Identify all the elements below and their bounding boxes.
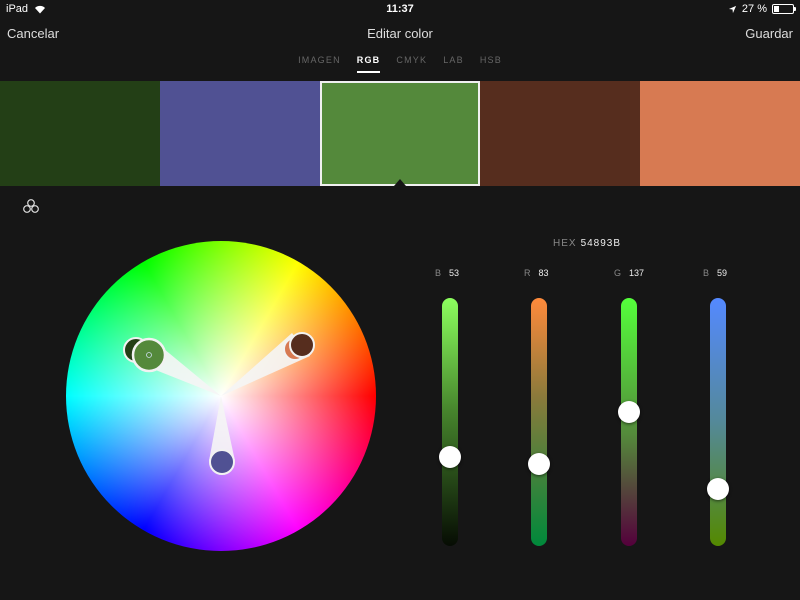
- slider-track[interactable]: [442, 298, 458, 546]
- swatch-5[interactable]: [640, 81, 800, 186]
- color-harmony-icon[interactable]: [22, 198, 40, 216]
- slider-label: R 83: [524, 268, 549, 278]
- mode-tabs: IMAGEN RGB CMYK LAB HSB: [0, 55, 800, 73]
- color-wheel-handles[interactable]: [66, 241, 376, 551]
- tab-cmyk[interactable]: CMYK: [396, 55, 427, 73]
- slider-label: B 53: [435, 268, 459, 278]
- slider-r-1[interactable]: R 83: [524, 268, 574, 553]
- swatch-3[interactable]: [320, 81, 480, 186]
- page-title: Editar color: [367, 26, 433, 41]
- hex-value[interactable]: 54893B: [581, 238, 621, 249]
- wheel-handle-blue[interactable]: [209, 449, 235, 475]
- battery-percent: 27 %: [741, 3, 767, 15]
- status-time: 11:37: [386, 3, 414, 15]
- swatch-1[interactable]: [0, 81, 160, 186]
- slider-label: B 59: [703, 268, 727, 278]
- slider-channel: B: [435, 268, 442, 278]
- slider-channel: B: [703, 268, 710, 278]
- hex-readout[interactable]: HEX 54893B: [553, 238, 621, 249]
- slider-value[interactable]: 59: [717, 268, 727, 278]
- slider-track[interactable]: [531, 298, 547, 546]
- nav-bar: Cancelar Editar color Guardar: [0, 20, 800, 50]
- wheel-handle-selected[interactable]: [131, 337, 167, 373]
- location-arrow-icon: [728, 5, 737, 13]
- slider-track[interactable]: [710, 298, 726, 546]
- cancel-button[interactable]: Cancelar: [7, 26, 59, 41]
- slider-thumb[interactable]: [439, 445, 461, 468]
- swatch-2[interactable]: [160, 81, 320, 186]
- tab-rgb[interactable]: RGB: [356, 55, 381, 73]
- slider-label: G 137: [614, 268, 644, 278]
- slider-channel: R: [524, 268, 531, 278]
- selected-swatch-caret: [394, 179, 406, 186]
- swatch-4[interactable]: [480, 81, 640, 186]
- slider-value[interactable]: 137: [629, 268, 644, 278]
- slider-channel: G: [614, 268, 622, 278]
- status-bar: iPad 11:37 27 %: [0, 0, 800, 18]
- hex-label: HEX: [553, 238, 577, 249]
- wheel-handle-brown[interactable]: [289, 332, 315, 358]
- slider-thumb[interactable]: [618, 401, 640, 424]
- slider-thumb[interactable]: [528, 453, 550, 476]
- color-wheel[interactable]: [66, 241, 376, 551]
- slider-value[interactable]: 53: [449, 268, 459, 278]
- tab-hsb[interactable]: HSB: [480, 55, 502, 73]
- slider-value[interactable]: 83: [539, 268, 549, 278]
- color-swatches: [0, 81, 800, 186]
- tab-lab[interactable]: LAB: [443, 55, 464, 73]
- slider-b-0[interactable]: B 53: [435, 268, 485, 553]
- slider-b-3[interactable]: B 59: [703, 268, 753, 553]
- slider-g-2[interactable]: G 137: [614, 268, 664, 553]
- battery-fill: [774, 6, 779, 12]
- battery-icon: [772, 4, 796, 14]
- slider-thumb[interactable]: [707, 477, 729, 500]
- save-button[interactable]: Guardar: [745, 26, 793, 41]
- tab-imagen[interactable]: IMAGEN: [298, 55, 341, 73]
